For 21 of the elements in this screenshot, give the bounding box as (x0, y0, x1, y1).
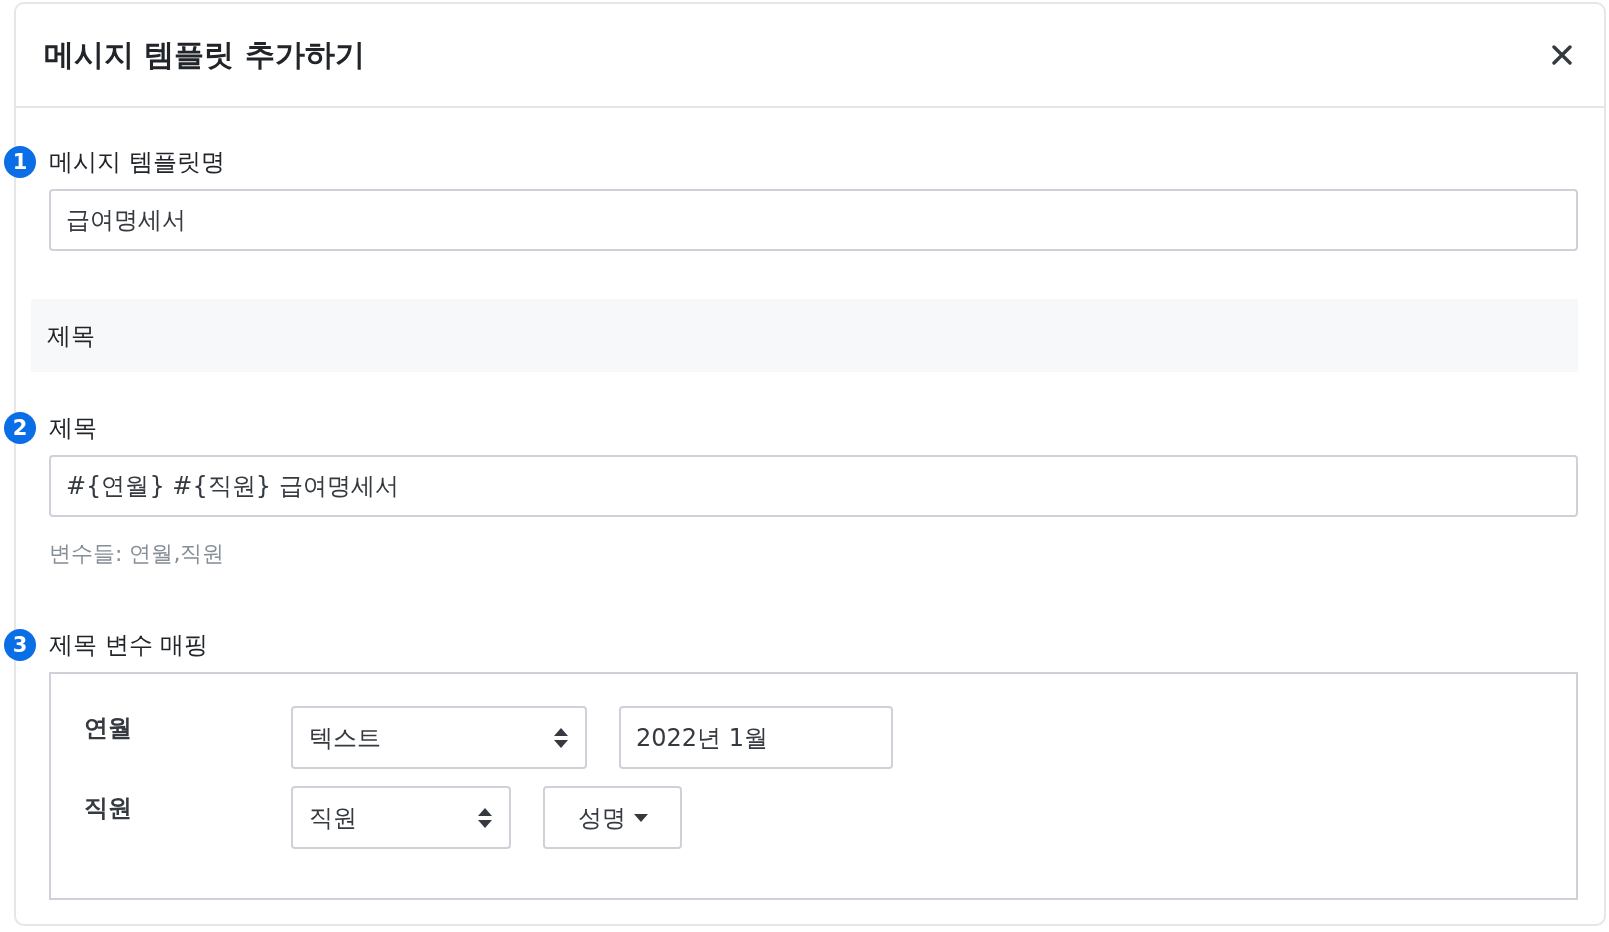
step-badge: 2 (4, 412, 36, 444)
dropdown-button[interactable]: 성명 (543, 786, 682, 849)
caret-icon (633, 813, 648, 822)
input-field[interactable]: 2022년 1월 (619, 706, 893, 769)
variable-name: 직원 (84, 793, 133, 824)
field-label: 제목 변수 매핑 (49, 630, 210, 661)
step-badge: 1 (4, 146, 36, 178)
sort-icon (553, 726, 569, 749)
step-badge: 3 (4, 629, 36, 661)
hint-text: 변수들: 연월,직원 (49, 540, 226, 568)
field-label: 제목 (49, 413, 98, 444)
select-field[interactable]: 직원 (291, 786, 511, 849)
variable-name: 연월 (84, 713, 133, 744)
section-title: 제목 (47, 320, 95, 352)
close-icon (1552, 45, 1572, 65)
input-field[interactable]: 급여명세서 (49, 189, 1578, 251)
sort-icon (477, 806, 493, 829)
select-field[interactable]: 텍스트 (291, 706, 587, 769)
dialog-title: 메시지 템플릿 추가하기 (44, 35, 365, 74)
field-label: 메시지 템플릿명 (49, 147, 226, 178)
input-field[interactable]: #{연월} #{직원} 급여명세서 (49, 455, 1578, 517)
